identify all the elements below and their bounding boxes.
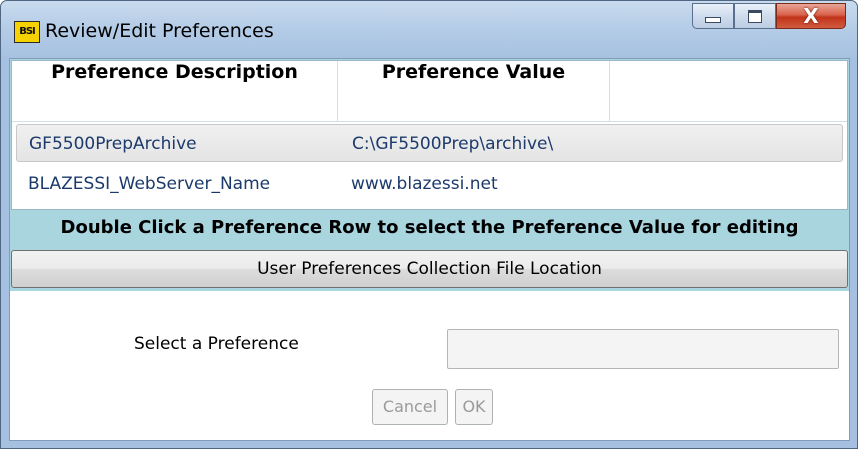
title-bar[interactable]: BSI Review/Edit Preferences X [1, 1, 857, 59]
select-preference-input[interactable] [447, 329, 839, 369]
preferences-window: BSI Review/Edit Preferences X Preference… [0, 0, 858, 449]
ok-button[interactable]: OK [455, 389, 493, 425]
close-icon: X [803, 4, 819, 28]
row-value: C:\GF5500Prep\archive\ [352, 134, 554, 154]
close-button[interactable]: X [776, 3, 846, 29]
minimize-icon [705, 17, 721, 23]
maximize-button[interactable] [734, 3, 776, 29]
column-header-description[interactable]: Preference Description [12, 61, 338, 121]
app-icon: BSI [14, 21, 40, 43]
maximize-icon [748, 9, 762, 23]
edit-panel: Select a Preference Cancel OK [10, 291, 849, 440]
select-preference-label: Select a Preference [134, 334, 299, 354]
preferences-grid[interactable]: Preference Description Preference Value … [11, 60, 848, 210]
row-description: GF5500PrepArchive [29, 134, 197, 154]
instruction-text: Double Click a Preference Row to select … [60, 217, 799, 238]
row-value: www.blazessi.net [351, 174, 498, 194]
column-header-value[interactable]: Preference Value [338, 61, 610, 121]
row-description: BLAZESSI_WebServer_Name [28, 174, 271, 194]
client-area: Preference Description Preference Value … [9, 58, 850, 441]
grid-header: Preference Description Preference Value [12, 61, 847, 122]
window-controls: X [692, 3, 846, 29]
cancel-button[interactable]: Cancel [372, 389, 448, 425]
window-title: Review/Edit Preferences [45, 20, 274, 42]
file-location-button[interactable]: User Preferences Collection File Locatio… [11, 250, 848, 288]
minimize-button[interactable] [692, 3, 734, 29]
grid-row[interactable]: BLAZESSI_WebServer_Name www.blazessi.net [16, 165, 843, 203]
grid-row[interactable]: GF5500PrepArchive C:\GF5500Prep\archive\ [16, 124, 843, 162]
